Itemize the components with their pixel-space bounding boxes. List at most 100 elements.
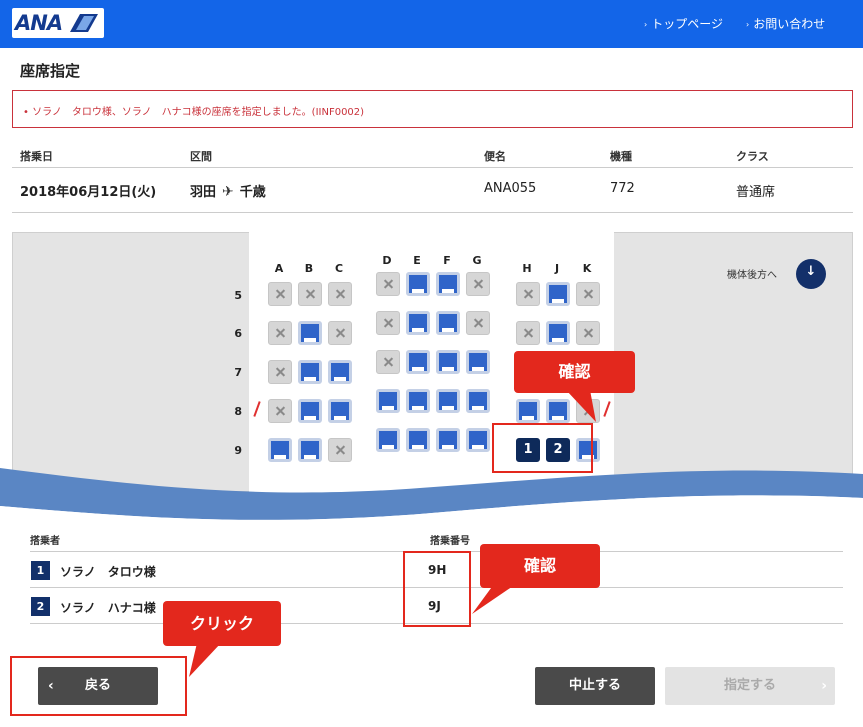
header-flight: 便名 xyxy=(484,150,506,163)
callout-tail xyxy=(189,643,221,677)
passenger-header: 搭乗者 xyxy=(30,536,60,547)
seat-column-label: K xyxy=(582,262,592,275)
rear-cabin-button[interactable]: ↓ xyxy=(796,259,826,289)
divider xyxy=(12,212,853,213)
seat-column-label: G xyxy=(472,254,482,267)
assign-button[interactable]: 指定する › xyxy=(665,667,835,705)
seat-row-label: 9 xyxy=(234,444,242,457)
available-seat-8G[interactable] xyxy=(466,389,490,413)
available-seat-6J[interactable] xyxy=(546,321,570,345)
seat-class: 普通席 xyxy=(736,185,776,200)
available-seat-9A[interactable] xyxy=(268,438,292,462)
header-class: クラス xyxy=(736,150,769,163)
available-seat-6E[interactable] xyxy=(406,311,430,335)
available-seat-9F[interactable] xyxy=(436,428,460,452)
passenger-name: ソラノ ハナコ様 xyxy=(60,601,156,615)
header-bar: ANA › トップページ › お問い合わせ xyxy=(0,0,863,48)
passenger-number-badge: 2 xyxy=(31,597,50,616)
chevron-right-icon: › xyxy=(644,20,648,29)
unavailable-seat-6K xyxy=(576,321,600,345)
cancel-button[interactable]: 中止する xyxy=(535,667,655,705)
flight-date: 2018年06月12日(火) xyxy=(20,185,157,200)
seat-column-label: A xyxy=(274,262,284,275)
page-title: 座席指定 xyxy=(20,62,81,80)
seat-row-label: 5 xyxy=(234,289,242,302)
available-seat-9G[interactable] xyxy=(466,428,490,452)
seat-column-label: E xyxy=(413,254,421,267)
arrow-down-icon: ↓ xyxy=(805,264,817,279)
confirm-callout: 確認 xyxy=(480,544,600,588)
click-callout: クリック xyxy=(163,601,281,646)
wave-divider xyxy=(0,468,863,530)
available-seat-8C[interactable] xyxy=(328,399,352,423)
nav-contact-link[interactable]: › お問い合わせ xyxy=(746,15,825,32)
available-seat-8F[interactable] xyxy=(436,389,460,413)
unavailable-seat-6C xyxy=(328,321,352,345)
available-seat-5F[interactable] xyxy=(436,272,460,296)
seat-row-label: 6 xyxy=(234,327,242,340)
chevron-right-icon: › xyxy=(821,678,827,694)
unavailable-seat-9C xyxy=(328,438,352,462)
chevron-right-icon: › xyxy=(746,20,750,29)
unavailable-seat-6G xyxy=(466,311,490,335)
route-origin: 羽田 xyxy=(190,185,217,200)
unavailable-seat-5K xyxy=(576,282,600,306)
unavailable-seat-7D xyxy=(376,350,400,374)
available-seat-8B[interactable] xyxy=(298,399,322,423)
chevron-left-icon: ‹ xyxy=(48,678,54,694)
highlight-frame xyxy=(492,423,593,473)
unavailable-seat-6A xyxy=(268,321,292,345)
seat-column-label: D xyxy=(382,254,392,267)
nav-contact-label: お問い合わせ xyxy=(753,17,826,31)
unavailable-seat-5A xyxy=(268,282,292,306)
available-seat-7E[interactable] xyxy=(406,350,430,374)
flight-route: 羽田 ✈ 千歳 xyxy=(190,181,266,200)
back-button[interactable]: ‹ 戻る xyxy=(38,667,158,705)
flight-number: ANA055 xyxy=(484,181,537,196)
unavailable-seat-6D xyxy=(376,311,400,335)
confirm-callout: 確認 xyxy=(514,351,635,393)
seat-column-label: J xyxy=(554,262,560,275)
unavailable-seat-7A xyxy=(268,360,292,384)
unavailable-seat-5B xyxy=(298,282,322,306)
seat-column-label: C xyxy=(334,262,344,275)
available-seat-5J[interactable] xyxy=(546,282,570,306)
passenger-number-badge: 1 xyxy=(31,561,50,580)
airplane-icon: ✈ xyxy=(222,184,234,200)
available-seat-6F[interactable] xyxy=(436,311,460,335)
rear-cabin-link-label[interactable]: 機体後方へ xyxy=(727,266,777,281)
message-text: • ソラノ タロウ様、ソラノ ハナコ様の座席を指定しました。(IINF0002) xyxy=(23,107,365,118)
available-seat-8H[interactable] xyxy=(516,399,540,423)
available-seat-6B[interactable] xyxy=(298,321,322,345)
available-seat-9D[interactable] xyxy=(376,428,400,452)
callout-tail xyxy=(566,390,596,422)
back-button-label: 戻る xyxy=(84,678,111,693)
nav-top-page-link[interactable]: › トップページ xyxy=(644,15,723,32)
seat-column-label: F xyxy=(443,254,451,267)
message-box: • ソラノ タロウ様、ソラノ ハナコ様の座席を指定しました。(IINF0002) xyxy=(12,90,853,128)
available-seat-7F[interactable] xyxy=(436,350,460,374)
unavailable-seat-5D xyxy=(376,272,400,296)
aircraft-type: 772 xyxy=(610,181,635,196)
unavailable-seat-5H xyxy=(516,282,540,306)
ana-logo[interactable]: ANA xyxy=(12,8,104,38)
available-seat-9E[interactable] xyxy=(406,428,430,452)
available-seat-7C[interactable] xyxy=(328,360,352,384)
logo-text: ANA xyxy=(15,11,63,35)
header-aircraft: 機種 xyxy=(610,150,632,163)
available-seat-7B[interactable] xyxy=(298,360,322,384)
available-seat-8E[interactable] xyxy=(406,389,430,413)
available-seat-9B[interactable] xyxy=(298,438,322,462)
available-seat-7G[interactable] xyxy=(466,350,490,374)
header-date: 搭乗日 xyxy=(20,150,53,163)
unavailable-seat-8A xyxy=(268,399,292,423)
logo-stripe-icon xyxy=(70,14,98,32)
seat-row-label: 8 xyxy=(234,405,242,418)
available-seat-5E[interactable] xyxy=(406,272,430,296)
available-seat-8D[interactable] xyxy=(376,389,400,413)
header-route: 区間 xyxy=(190,150,212,163)
passenger-name: ソラノ タロウ様 xyxy=(60,565,156,579)
unavailable-seat-5C xyxy=(328,282,352,306)
nav-top-page-label: トップページ xyxy=(651,17,723,31)
highlight-frame xyxy=(403,551,471,627)
